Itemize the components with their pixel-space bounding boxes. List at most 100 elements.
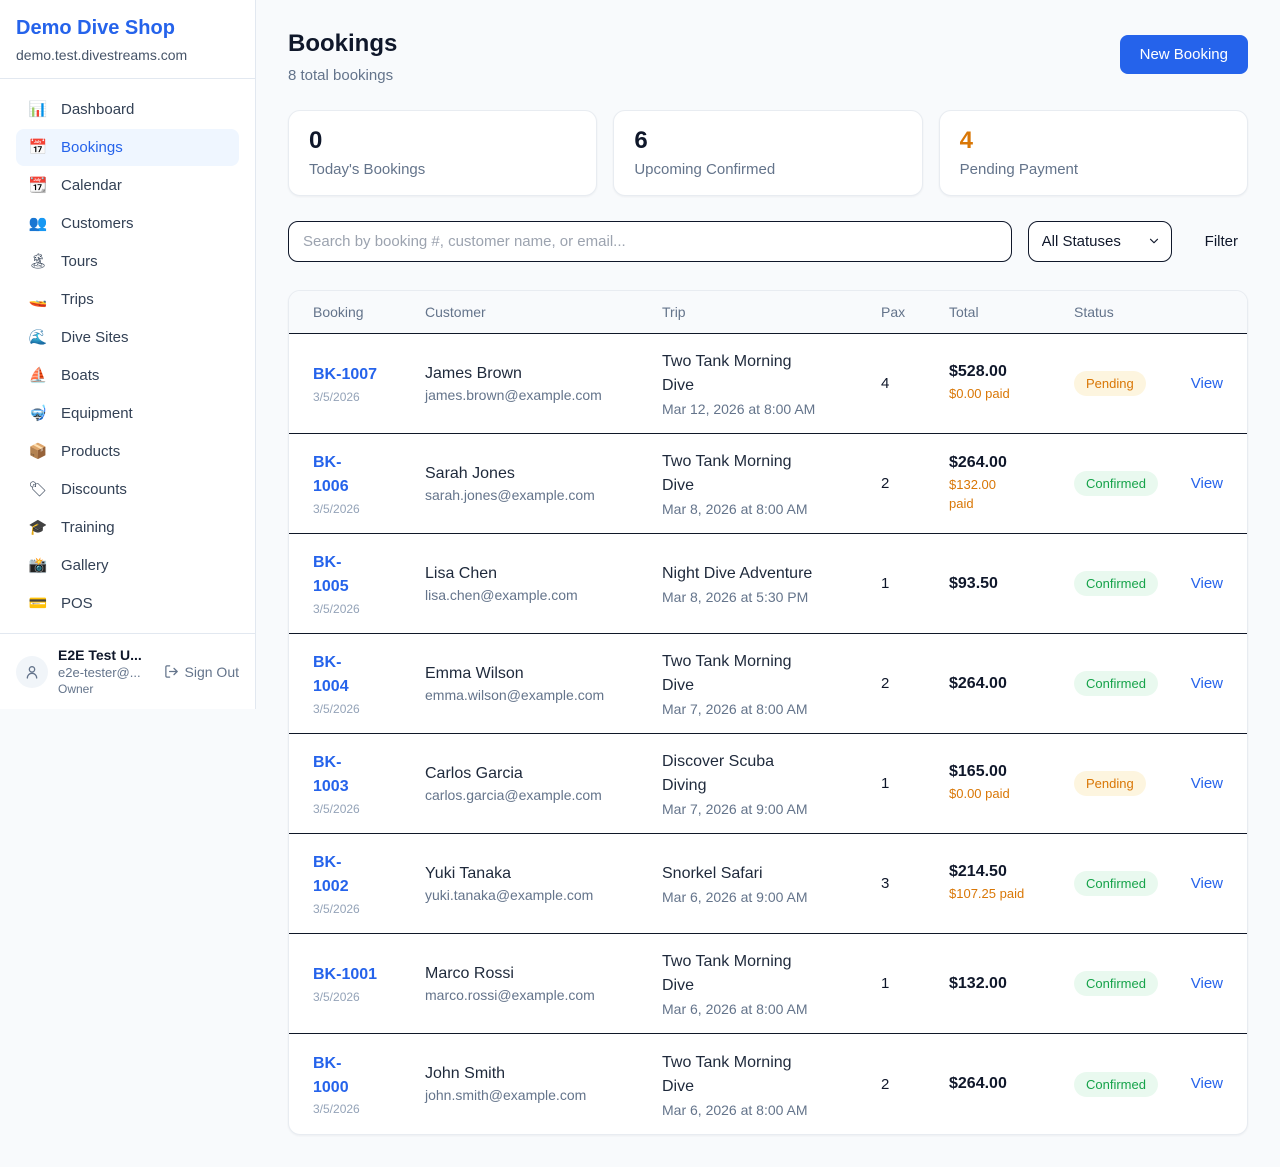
view-link[interactable]: View bbox=[1191, 775, 1223, 792]
table-row: BK- 1002 3/5/2026 Yuki Tanaka yuki.tanak… bbox=[289, 834, 1247, 934]
customer-name: James Brown bbox=[425, 365, 662, 383]
user-info: E2E Test U... e2e-tester@... Owner bbox=[58, 647, 154, 696]
table-row: BK- 1003 3/5/2026 Carlos Garcia carlos.g… bbox=[289, 734, 1247, 834]
sidebar-item-gallery[interactable]: 📸 Gallery bbox=[16, 547, 239, 584]
customer-email: james.brown@example.com bbox=[425, 387, 662, 403]
column-header-trip: Trip bbox=[662, 304, 881, 320]
booking-number-link[interactable]: BK- 1000 bbox=[313, 1052, 349, 1099]
paid-amount: $132.00 paid bbox=[949, 476, 1074, 512]
sidebar-item-dashboard[interactable]: 📊 Dashboard bbox=[16, 91, 239, 128]
table-row: BK-1001 3/5/2026 Marco Rossi marco.rossi… bbox=[289, 934, 1247, 1034]
filter-button[interactable]: Filter bbox=[1188, 233, 1248, 250]
pax-count: 2 bbox=[881, 475, 949, 492]
sidebar-item-pos[interactable]: 💳 POS bbox=[16, 585, 239, 622]
view-link[interactable]: View bbox=[1191, 375, 1223, 392]
view-link[interactable]: View bbox=[1191, 675, 1223, 692]
sailboat-icon: ⛵ bbox=[28, 368, 48, 383]
sidebar-item-calendar[interactable]: 📆 Calendar bbox=[16, 167, 239, 204]
customer-email: carlos.garcia@example.com bbox=[425, 787, 662, 803]
sidebar-item-bookings[interactable]: 📅 Bookings bbox=[16, 129, 239, 166]
customer-email: yuki.tanaka@example.com bbox=[425, 887, 662, 903]
paid-amount: $0.00 paid bbox=[949, 385, 1074, 403]
filter-controls: All Statuses Filter bbox=[288, 221, 1248, 262]
total-amount: $132.00 bbox=[949, 975, 1074, 993]
trip-name: Discover Scuba Diving bbox=[662, 750, 851, 798]
sidebar-item-boats[interactable]: ⛵ Boats bbox=[16, 357, 239, 394]
sidebar-item-products[interactable]: 📦 Products bbox=[16, 433, 239, 470]
booking-number-link[interactable]: BK-1001 bbox=[313, 963, 377, 987]
sidebar-item-customers[interactable]: 👥 Customers bbox=[16, 205, 239, 242]
booking-date: 3/5/2026 bbox=[313, 502, 425, 516]
bar-chart-icon: 📊 bbox=[28, 102, 48, 117]
table-body: BK-1007 3/5/2026 James Brown james.brown… bbox=[289, 334, 1247, 1134]
customer-name: Carlos Garcia bbox=[425, 765, 662, 783]
page-title-block: Bookings 8 total bookings bbox=[288, 30, 397, 84]
booking-number-link[interactable]: BK- 1003 bbox=[313, 751, 349, 798]
speedboat-icon: 🚤 bbox=[28, 292, 48, 307]
people-icon: 👥 bbox=[28, 216, 48, 231]
total-amount: $264.00 bbox=[949, 1075, 1074, 1093]
sidebar-item-equipment[interactable]: 🤿 Equipment bbox=[16, 395, 239, 432]
booking-number-link[interactable]: BK- 1004 bbox=[313, 651, 349, 698]
graduation-cap-icon: 🎓 bbox=[28, 520, 48, 535]
stat-value: 6 bbox=[634, 126, 901, 156]
pax-count: 1 bbox=[881, 975, 949, 992]
booking-date: 3/5/2026 bbox=[313, 602, 425, 616]
sidebar-item-trips[interactable]: 🚤 Trips bbox=[16, 281, 239, 318]
sidebar-item-dive-sites[interactable]: 🌊 Dive Sites bbox=[16, 319, 239, 356]
booking-number-link[interactable]: BK- 1002 bbox=[313, 851, 349, 898]
credit-card-icon: 💳 bbox=[28, 596, 48, 611]
shop-domain: demo.test.divestreams.com bbox=[16, 47, 239, 63]
tear-calendar-icon: 📆 bbox=[28, 178, 48, 193]
status-filter-select[interactable]: All Statuses bbox=[1028, 221, 1172, 262]
view-link[interactable]: View bbox=[1191, 975, 1223, 992]
booking-number-link[interactable]: BK-1007 bbox=[313, 363, 377, 387]
avatar bbox=[16, 656, 48, 688]
trip-name: Two Tank Morning Dive bbox=[662, 350, 851, 398]
view-link[interactable]: View bbox=[1191, 475, 1223, 492]
booking-number-link[interactable]: BK- 1005 bbox=[313, 551, 349, 598]
view-link[interactable]: View bbox=[1191, 1075, 1223, 1092]
customer-email: marco.rossi@example.com bbox=[425, 987, 662, 1003]
stat-card-upcoming-confirmed: 6 Upcoming Confirmed bbox=[613, 110, 922, 196]
booking-date: 3/5/2026 bbox=[313, 902, 425, 916]
booking-date: 3/5/2026 bbox=[313, 802, 425, 816]
new-booking-button[interactable]: New Booking bbox=[1120, 35, 1248, 74]
stats-row: 0 Today's Bookings 6 Upcoming Confirmed … bbox=[288, 110, 1248, 196]
status-badge: Confirmed bbox=[1074, 471, 1158, 496]
pax-count: 1 bbox=[881, 775, 949, 792]
sidebar-item-training[interactable]: 🎓 Training bbox=[16, 509, 239, 546]
status-select-wrap: All Statuses bbox=[1028, 221, 1172, 262]
customer-name: Marco Rossi bbox=[425, 965, 662, 983]
stat-label: Pending Payment bbox=[960, 161, 1227, 178]
column-header-booking: Booking bbox=[313, 304, 425, 320]
search-input[interactable] bbox=[288, 221, 1012, 262]
sign-out-button[interactable]: Sign Out bbox=[164, 664, 239, 680]
user-role: Owner bbox=[58, 682, 154, 696]
person-icon bbox=[24, 664, 40, 680]
customer-name: Sarah Jones bbox=[425, 465, 662, 483]
sidebar-nav: 📊 Dashboard 📅 Bookings 📆 Calendar 👥 Cust… bbox=[0, 79, 255, 633]
table-row: BK- 1005 3/5/2026 Lisa Chen lisa.chen@ex… bbox=[289, 534, 1247, 634]
page-title: Bookings bbox=[288, 30, 397, 58]
stat-label: Upcoming Confirmed bbox=[634, 161, 901, 178]
trip-name: Snorkel Safari bbox=[662, 862, 851, 886]
booking-number-link[interactable]: BK- 1006 bbox=[313, 451, 349, 498]
page-header: Bookings 8 total bookings New Booking bbox=[288, 30, 1248, 84]
bookings-count-subtitle: 8 total bookings bbox=[288, 67, 397, 84]
booking-date: 3/5/2026 bbox=[313, 702, 425, 716]
total-amount: $165.00 bbox=[949, 763, 1074, 781]
table-row: BK-1007 3/5/2026 James Brown james.brown… bbox=[289, 334, 1247, 434]
total-amount: $528.00 bbox=[949, 363, 1074, 381]
view-link[interactable]: View bbox=[1191, 575, 1223, 592]
status-badge: Pending bbox=[1074, 371, 1146, 396]
package-icon: 📦 bbox=[28, 444, 48, 459]
sidebar-item-discounts[interactable]: 🏷 Discounts bbox=[16, 471, 239, 508]
trip-datetime: Mar 6, 2026 at 8:00 AM bbox=[662, 1001, 851, 1017]
stat-card-todays-bookings: 0 Today's Bookings bbox=[288, 110, 597, 196]
sidebar-item-tours[interactable]: 🏝 Tours bbox=[16, 243, 239, 280]
main-content: Bookings 8 total bookings New Booking 0 … bbox=[256, 0, 1280, 1167]
view-link[interactable]: View bbox=[1191, 875, 1223, 892]
booking-date: 3/5/2026 bbox=[313, 990, 425, 1004]
table-row: BK- 1004 3/5/2026 Emma Wilson emma.wilso… bbox=[289, 634, 1247, 734]
